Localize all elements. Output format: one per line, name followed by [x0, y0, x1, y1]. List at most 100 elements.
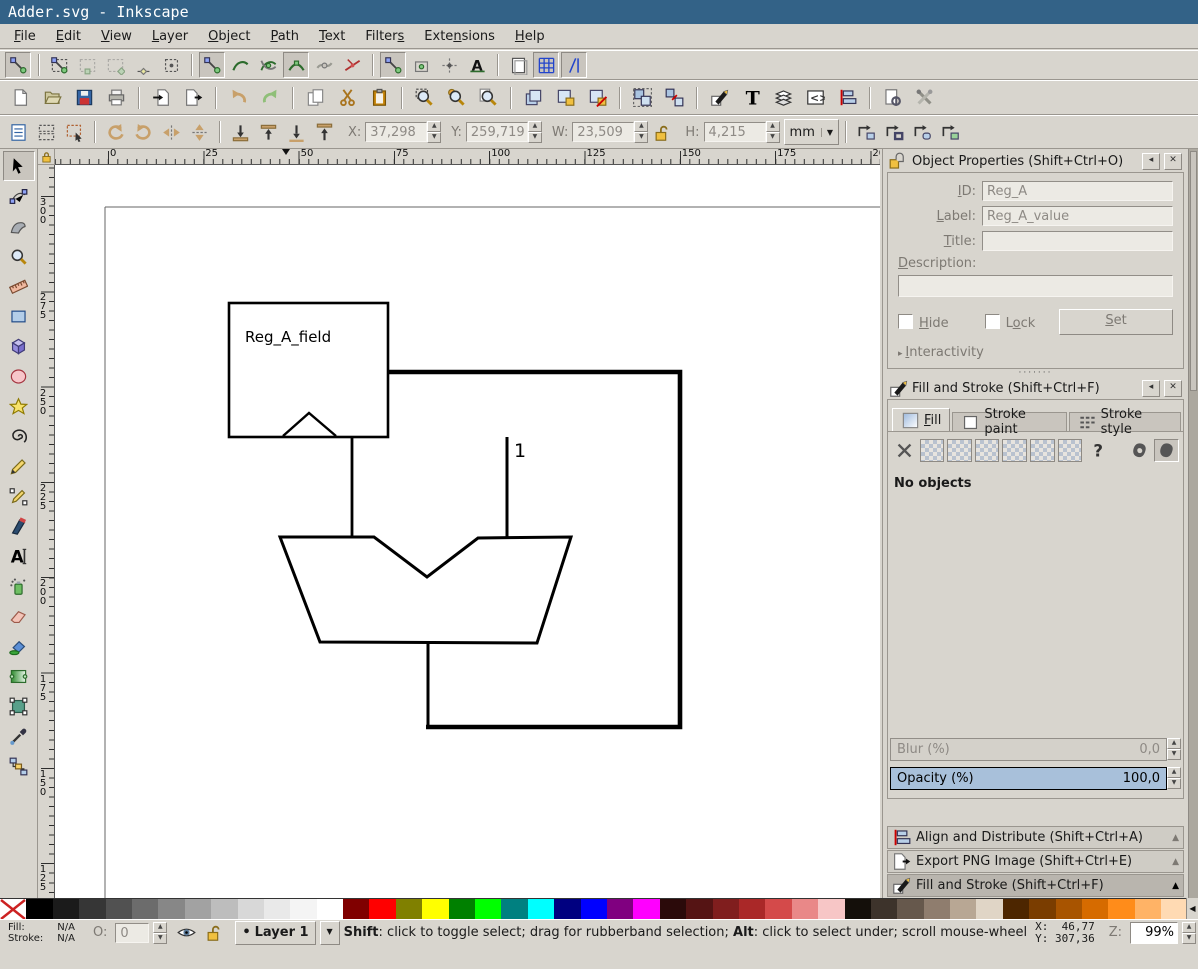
tool-node-editor[interactable] [3, 181, 35, 211]
palette-swatch[interactable] [871, 899, 897, 920]
palette-swatch[interactable] [713, 899, 739, 920]
lock-ratio-icon[interactable] [652, 123, 671, 142]
palette-swatch[interactable] [765, 899, 791, 920]
palette-swatch[interactable] [106, 899, 132, 920]
horizontal-ruler[interactable]: 0255075100125150175200 [55, 149, 880, 165]
opacity-spinner[interactable]: ▲▼ [1167, 767, 1181, 789]
palette-swatch[interactable] [792, 899, 818, 920]
xml-editor-button[interactable]: <> [800, 83, 830, 113]
snap-rotation-centers-button[interactable] [436, 52, 462, 78]
cut-button[interactable] [332, 83, 362, 113]
palette-swatch[interactable] [53, 899, 79, 920]
tool-eraser[interactable] [3, 601, 35, 631]
snap-nodes-button[interactable] [199, 52, 225, 78]
palette-swatch[interactable] [211, 899, 237, 920]
snap-bbox-edge-midpoints-button[interactable] [130, 52, 156, 78]
dock-item-align[interactable]: Align and Distribute (Shift+Ctrl+A) ▲ [887, 826, 1184, 849]
y-input[interactable]: 259,719 [466, 122, 528, 142]
palette-swatch[interactable] [132, 899, 158, 920]
print-button[interactable] [101, 83, 131, 113]
tool-calligraphy[interactable] [3, 511, 35, 541]
raise-to-top-button[interactable] [311, 119, 337, 145]
palette-none-swatch[interactable] [0, 899, 26, 920]
snap-paths-button[interactable] [227, 52, 253, 78]
tool-star[interactable] [3, 391, 35, 421]
new-button[interactable] [5, 83, 35, 113]
palette-swatch[interactable] [396, 899, 422, 920]
tool-dropper[interactable] [3, 721, 35, 751]
blur-slider[interactable]: Blur (%) 0,0 [890, 738, 1167, 761]
layer-selector[interactable]: • Layer 1 [235, 921, 315, 945]
snap-page-border-button[interactable] [505, 52, 531, 78]
palette-swatch[interactable] [924, 899, 950, 920]
menu-item-view[interactable]: View [91, 26, 142, 47]
palette-swatch[interactable] [686, 899, 712, 920]
palette-swatch[interactable] [422, 899, 448, 920]
swatch-button[interactable] [1030, 439, 1055, 462]
snap-bbox-button[interactable] [46, 52, 72, 78]
fill-stroke-dialog-button[interactable] [704, 83, 734, 113]
palette-swatch[interactable] [317, 899, 343, 920]
palette-swatch[interactable] [1161, 899, 1187, 920]
collapse-panel-button[interactable]: ◂ [1142, 380, 1160, 397]
open-button[interactable] [37, 83, 67, 113]
opacity-status-input[interactable]: 0 [115, 923, 149, 943]
palette-swatch[interactable] [79, 899, 105, 920]
palette-swatch[interactable] [976, 899, 1002, 920]
alu-shape[interactable] [280, 537, 571, 643]
fill-rule-nonzero-button[interactable] [1154, 439, 1179, 462]
save-button[interactable] [69, 83, 99, 113]
snap-path-intersections-button[interactable] [255, 52, 281, 78]
opacity-status-spinner[interactable]: ▲▼ [153, 922, 167, 944]
text-dialog-button[interactable]: T [736, 83, 766, 113]
y-spinner[interactable]: ▲▼ [528, 121, 542, 143]
tool-pen[interactable] [3, 481, 35, 511]
tool-connector[interactable] [3, 751, 35, 781]
menu-item-layer[interactable]: Layer [142, 26, 198, 47]
no-paint-button[interactable] [892, 439, 917, 462]
affect-move-toggle[interactable] [853, 119, 879, 145]
dock-item-fill-stroke[interactable]: Fill and Stroke (Shift+Ctrl+F) ▲ [887, 874, 1184, 897]
rotate-ccw-button[interactable] [102, 119, 128, 145]
canvas[interactable]: Reg_A_field 1 [55, 165, 880, 898]
tool-paint-bucket[interactable] [3, 631, 35, 661]
snap-guides-button[interactable] [561, 52, 587, 78]
dock-item-export[interactable]: Export PNG Image (Shift+Ctrl+E) ▲ [887, 850, 1184, 873]
layers-dialog-button[interactable] [768, 83, 798, 113]
snap-others-button[interactable] [380, 52, 406, 78]
close-panel-button[interactable]: ✕ [1164, 153, 1182, 170]
fill-stroke-header[interactable]: Fill and Stroke (Shift+Ctrl+F) ◂ ✕ [887, 378, 1184, 399]
palette-swatch[interactable] [633, 899, 659, 920]
palette-swatch[interactable] [528, 899, 554, 920]
fill-stroke-indicator[interactable]: Fill: N/A Stroke: N/A [2, 922, 75, 944]
label-field[interactable]: Reg_A_value [982, 206, 1173, 226]
zoom-spinner[interactable]: ▲▼ [1182, 922, 1196, 944]
interactivity-expander[interactable]: ▸ Interactivity [898, 345, 1173, 360]
dock-grip[interactable]: ······· [887, 369, 1184, 378]
feedback-loop-wire[interactable] [389, 372, 680, 727]
redo-button[interactable] [255, 83, 285, 113]
unknown-paint-button[interactable]: ? [1085, 439, 1110, 462]
tool-selector[interactable] [3, 151, 35, 181]
snap-bbox-centers-button[interactable] [158, 52, 184, 78]
blur-spinner[interactable]: ▲▼ [1167, 738, 1181, 760]
palette-swatch[interactable] [158, 899, 184, 920]
h-spinner[interactable]: ▲▼ [766, 121, 780, 143]
export-button[interactable] [178, 83, 208, 113]
flip-horizontal-button[interactable] [158, 119, 184, 145]
flat-color-button[interactable] [920, 439, 945, 462]
palette-swatch[interactable] [818, 899, 844, 920]
snap-object-centers-button[interactable] [408, 52, 434, 78]
tool-rectangle[interactable] [3, 301, 35, 331]
snap-bbox-corners-button[interactable] [102, 52, 128, 78]
palette-swatch[interactable] [739, 899, 765, 920]
hide-checkbox[interactable]: Hide [898, 314, 949, 331]
palette-swatch[interactable] [449, 899, 475, 920]
palette-swatch[interactable] [290, 899, 316, 920]
w-spinner[interactable]: ▲▼ [634, 121, 648, 143]
undo-button[interactable] [223, 83, 253, 113]
opacity-slider[interactable]: Opacity (%) 100,0 [890, 767, 1167, 790]
palette-swatch[interactable] [343, 899, 369, 920]
menu-item-text[interactable]: Text [309, 26, 355, 47]
x-input[interactable]: 37,298 [365, 122, 427, 142]
